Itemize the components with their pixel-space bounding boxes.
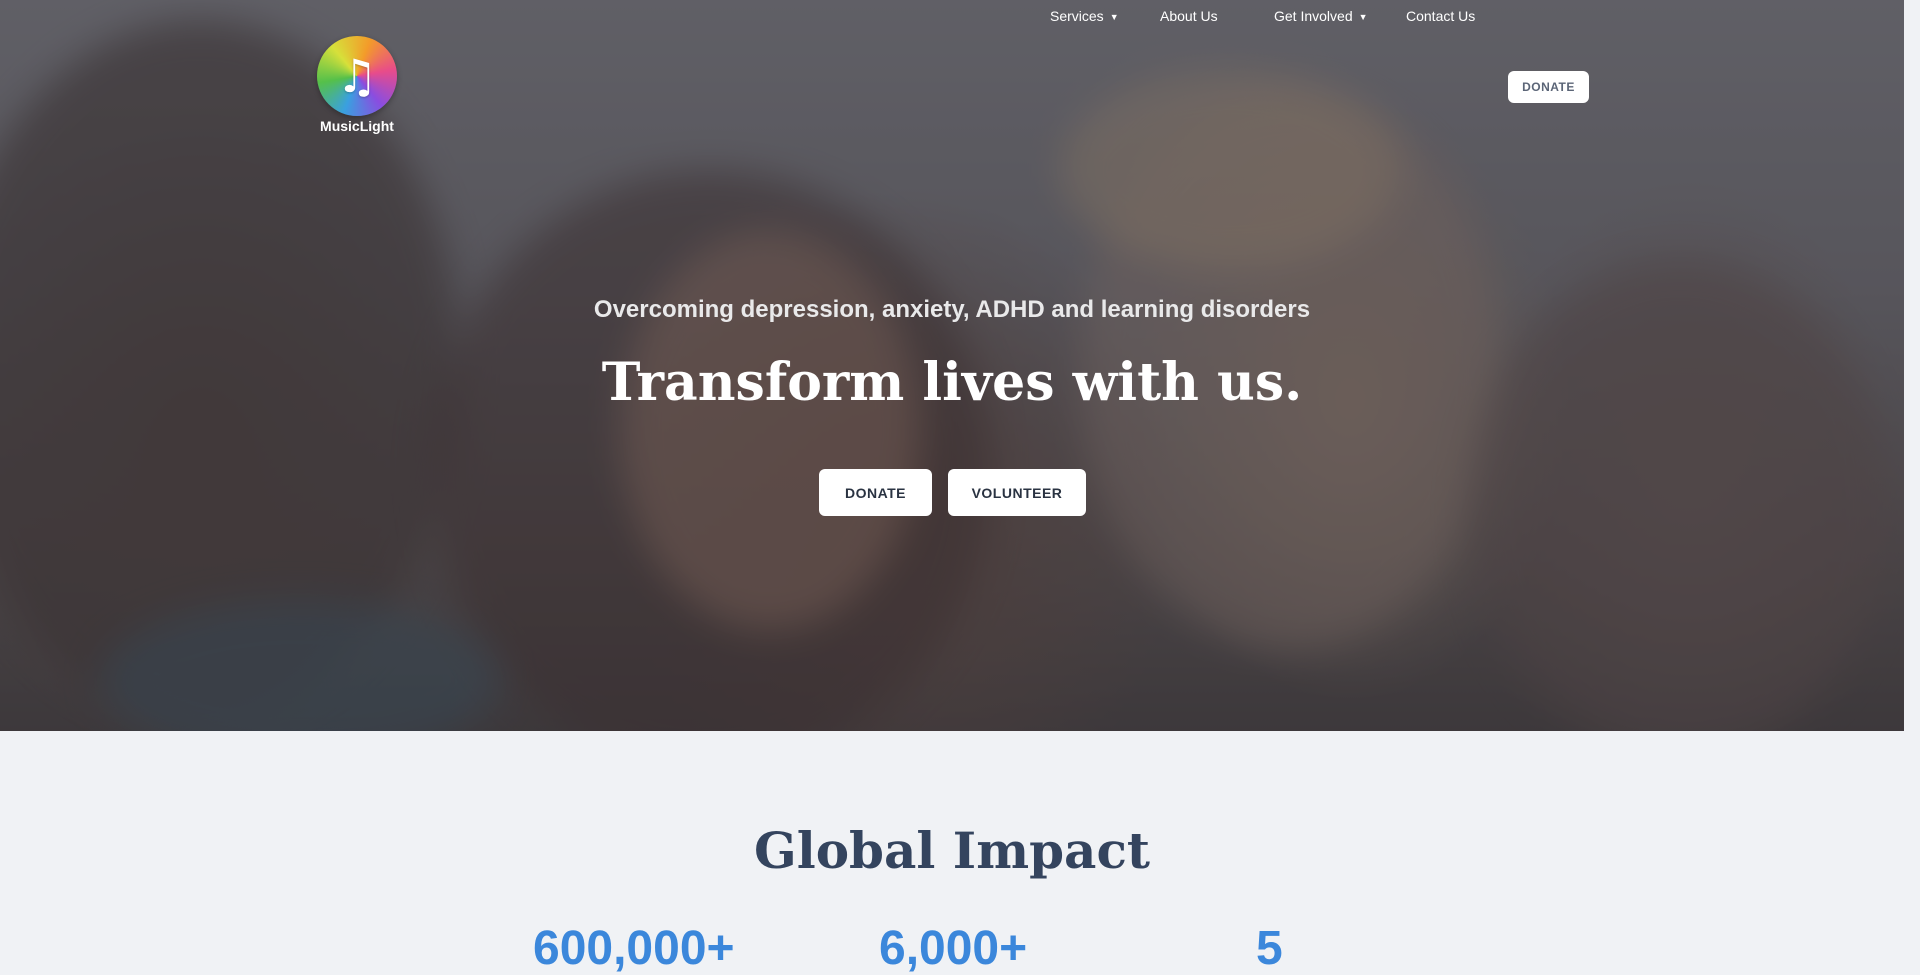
impact-stat-3: 5 xyxy=(1256,922,1283,975)
site-logo[interactable]: ♫ MusicLight xyxy=(317,36,397,134)
hero-section: ♫ MusicLight Services ▼ About Us Get Invo… xyxy=(0,0,1904,731)
impact-title: Global Impact xyxy=(754,821,1150,880)
brand-name: MusicLight xyxy=(320,118,394,134)
hero-title: Transform lives with us. xyxy=(601,352,1303,413)
music-note-icon: ♫ xyxy=(317,36,397,116)
global-impact-section: Global Impact 600,000+ 6,000+ 5 xyxy=(0,731,1904,975)
chevron-down-icon: ▼ xyxy=(1358,12,1368,22)
impact-stat-2: 6,000+ xyxy=(879,922,1028,975)
nav-item-get-involved[interactable]: Get Involved ▼ xyxy=(1274,0,1368,32)
page: ♫ MusicLight Services ▼ About Us Get Invo… xyxy=(0,0,1904,975)
impact-stat-1: 600,000+ xyxy=(533,922,735,975)
nav-donate-button[interactable]: DONATE xyxy=(1508,71,1589,103)
hero-donate-button[interactable]: DONATE xyxy=(819,469,932,516)
hero-volunteer-button[interactable]: VOLUNTEER xyxy=(948,469,1086,516)
nav-item-contact-us[interactable]: Contact Us xyxy=(1406,0,1475,32)
nav-item-services[interactable]: Services ▼ xyxy=(1050,0,1119,32)
hero-subtitle: Overcoming depression, anxiety, ADHD and… xyxy=(593,296,1311,323)
chevron-down-icon: ▼ xyxy=(1109,12,1119,22)
nav-item-about-us[interactable]: About Us xyxy=(1160,0,1218,32)
